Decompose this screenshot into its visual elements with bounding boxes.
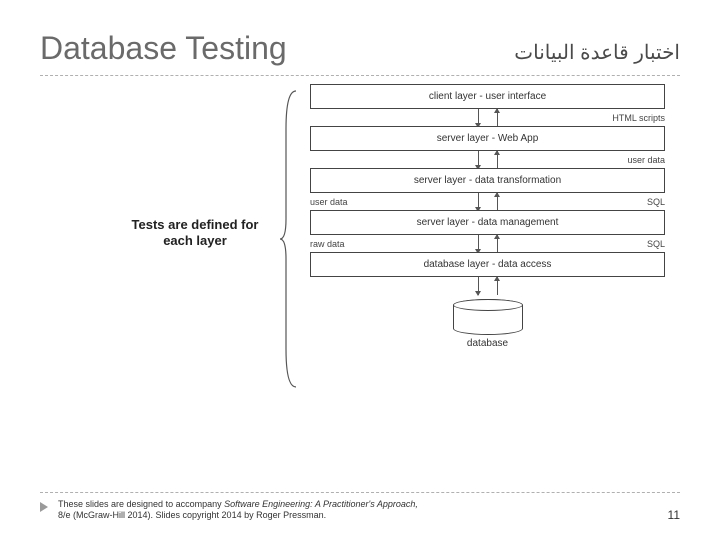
slide-subtitle-arabic: اختبار قاعدة البيانات bbox=[514, 40, 680, 65]
layer-transform: server layer - data transformation bbox=[310, 168, 665, 193]
inter-3-left: raw data bbox=[310, 239, 370, 249]
tests-caption-line1: Tests are defined for bbox=[132, 217, 259, 232]
arrows-icon bbox=[370, 111, 605, 125]
arrows-icon bbox=[370, 153, 605, 167]
inter-2: user data SQL bbox=[310, 195, 665, 209]
inter-2-left: user data bbox=[310, 197, 370, 207]
credit-line1a: These slides are designed to accompany bbox=[58, 499, 224, 509]
arrows-icon bbox=[370, 237, 605, 251]
inter-1-right: user data bbox=[605, 155, 665, 165]
arrows-icon bbox=[370, 195, 605, 209]
page-number: 11 bbox=[668, 508, 680, 522]
layer-client: client layer - user interface bbox=[310, 84, 665, 109]
curly-brace-icon bbox=[280, 89, 298, 389]
layer-stack: client layer - user interface HTML scrip… bbox=[310, 84, 665, 349]
inter-4 bbox=[310, 279, 665, 293]
tests-caption-line2: each layer bbox=[163, 233, 227, 248]
credit-line1b: Software Engineering: A Practitioner's A… bbox=[224, 499, 418, 509]
tests-caption: Tests are defined for each layer bbox=[110, 217, 280, 250]
inter-1: user data bbox=[310, 153, 665, 167]
diagram-area: Tests are defined for each layer client … bbox=[40, 84, 680, 454]
cylinder-icon bbox=[453, 299, 523, 335]
credit-line2: 8/e (McGraw-Hill 2014). Slides copyright… bbox=[58, 510, 326, 520]
inter-3-right: SQL bbox=[605, 239, 665, 249]
inter-0: HTML scripts bbox=[310, 111, 665, 125]
database-symbol: database bbox=[443, 299, 533, 349]
slide-title: Database Testing bbox=[40, 30, 287, 67]
layer-management: server layer - data management bbox=[310, 210, 665, 235]
play-icon bbox=[40, 502, 48, 512]
inter-3: raw data SQL bbox=[310, 237, 665, 251]
inter-2-right: SQL bbox=[605, 197, 665, 207]
inter-0-right: HTML scripts bbox=[605, 113, 665, 123]
database-label: database bbox=[443, 338, 533, 349]
credit-text: These slides are designed to accompany S… bbox=[58, 499, 418, 522]
footer: These slides are designed to accompany S… bbox=[40, 492, 680, 522]
layer-webapp: server layer - Web App bbox=[310, 126, 665, 151]
layer-access: database layer - data access bbox=[310, 252, 665, 277]
arrows-icon bbox=[370, 279, 605, 293]
header-divider bbox=[40, 75, 680, 76]
